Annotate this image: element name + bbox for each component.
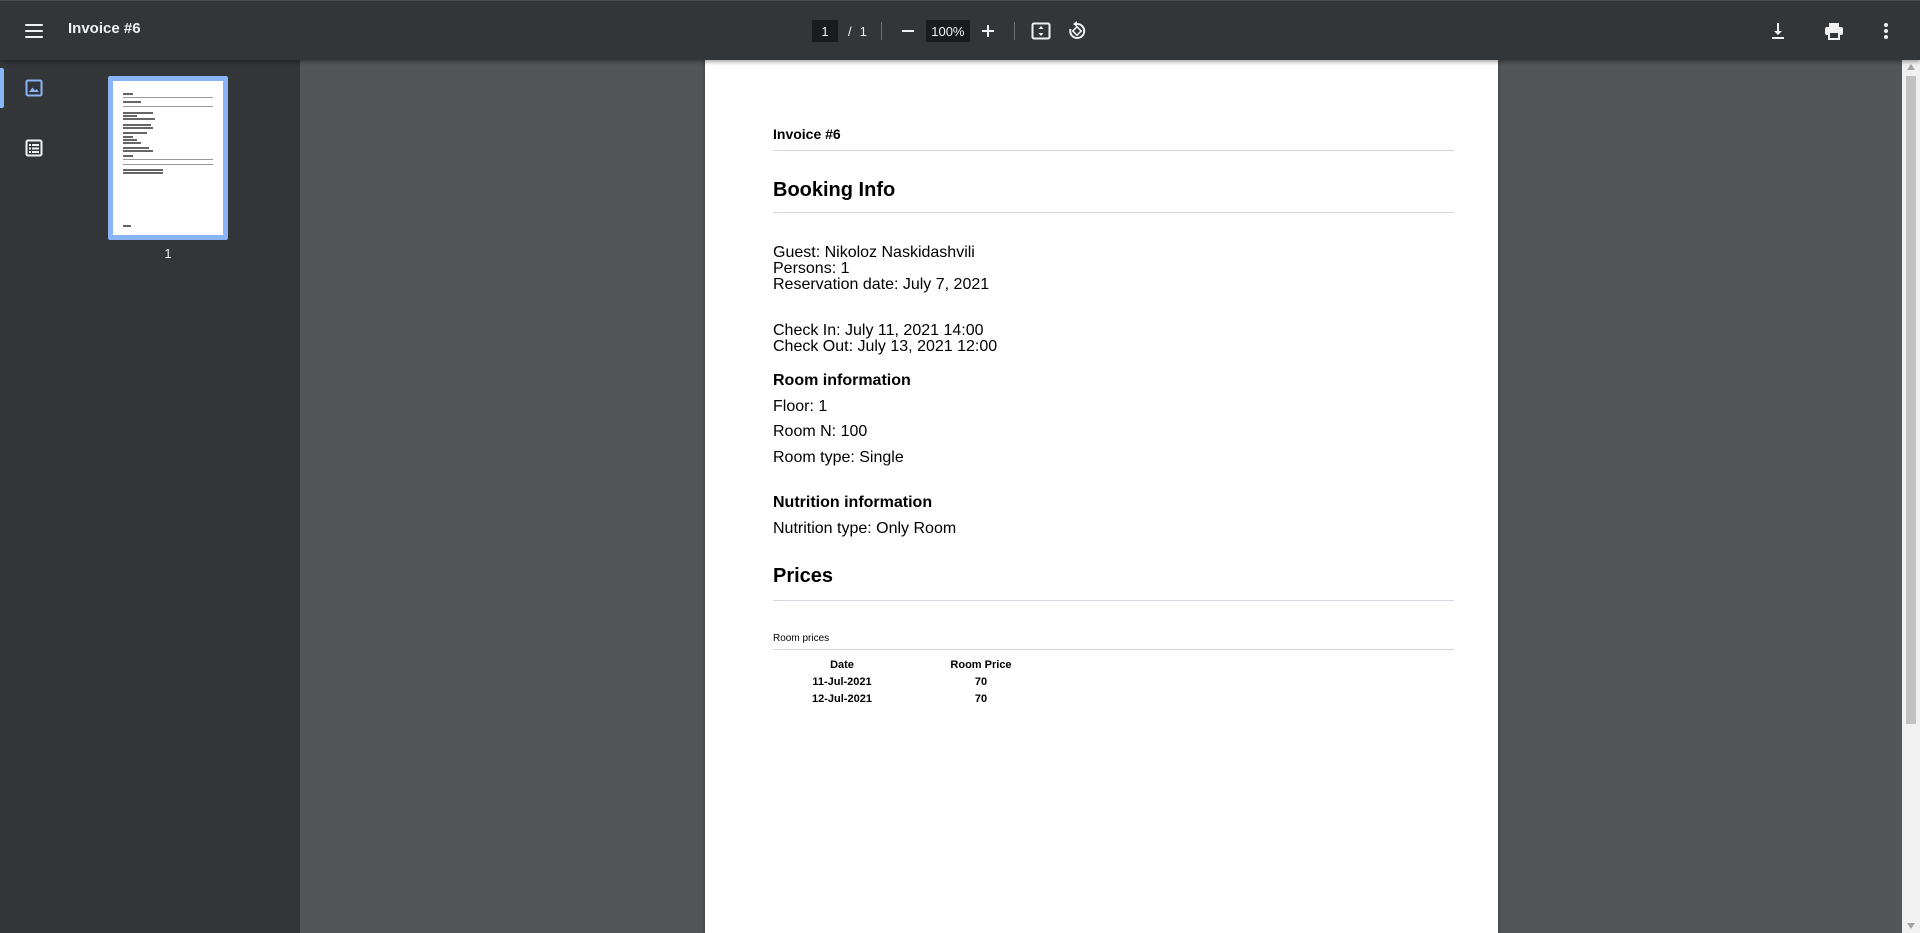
thumbnail-line <box>123 101 141 103</box>
divider <box>773 150 1454 151</box>
thumbnail-rule <box>123 97 213 98</box>
sidebar-view-switcher <box>0 60 68 933</box>
thumbnail-line <box>123 142 141 144</box>
thumbnail-line <box>123 112 153 114</box>
thumbnail-line <box>123 139 137 141</box>
divider <box>773 600 1454 601</box>
room-info-heading: Room information <box>773 372 911 389</box>
scrollbar-thumb[interactable] <box>1906 76 1916 724</box>
more-vert-icon[interactable] <box>1874 19 1898 43</box>
thumbnail-page-number: 1 <box>164 246 172 261</box>
persons-count: Persons: 1 <box>773 260 850 277</box>
fit-page-icon[interactable] <box>1029 19 1053 43</box>
thumbnail-line <box>123 115 137 117</box>
room-prices-label: Room prices <box>773 633 830 644</box>
thumbnail-line <box>123 93 133 95</box>
invoice-title: Invoice #6 <box>773 126 841 142</box>
thumbnails-view-icon[interactable] <box>0 68 46 108</box>
table-cell-price: 70 <box>974 692 988 705</box>
thumbnail-line <box>123 118 155 120</box>
thumbnail-rule <box>123 159 213 160</box>
room-type: Room type: Single <box>773 449 904 466</box>
table-cell-date: 11-Jul-2021 <box>812 675 872 688</box>
nutrition-type: Nutrition type: Only Room <box>773 520 957 537</box>
toolbar-divider <box>880 22 882 40</box>
document-viewer[interactable]: Invoice #6 Booking Info Guest: Nikoloz N… <box>300 60 1902 933</box>
thumbnail-line <box>123 132 147 134</box>
thumbnail-line <box>123 155 133 157</box>
print-icon[interactable] <box>1822 19 1846 43</box>
scroll-up-icon[interactable] <box>1902 60 1920 74</box>
page-thumbnail[interactable] <box>108 76 228 240</box>
thumbnail-rule <box>123 164 213 165</box>
menu-icon[interactable] <box>22 19 46 43</box>
reservation-date: Reservation date: July 7, 2021 <box>773 276 990 293</box>
document-title: Invoice #6 <box>68 20 141 37</box>
room-floor: Floor: 1 <box>773 398 828 415</box>
table-cell-price: 70 <box>974 675 988 688</box>
thumbnail-rule <box>123 106 213 107</box>
toolbar-divider <box>1013 22 1015 40</box>
zoom-input[interactable] <box>925 20 970 42</box>
thumbnail-line <box>123 169 163 171</box>
booking-info-heading: Booking Info <box>773 179 896 201</box>
thumbnail-line <box>123 136 133 138</box>
table-row: 11-Jul-2021 70 <box>773 673 1051 690</box>
thumbnail-line <box>123 150 153 152</box>
check-in: Check In: July 11, 2021 14:00 <box>773 322 984 339</box>
thumbnail-line <box>123 147 149 149</box>
toolbar-actions <box>1766 19 1898 43</box>
guest-name: Guest: Nikoloz Naskidashvili <box>773 244 975 261</box>
divider <box>773 649 1454 650</box>
download-icon[interactable] <box>1766 19 1790 43</box>
thumbnail-line <box>123 127 153 129</box>
thumbnail-line <box>123 172 163 174</box>
page-number-input[interactable] <box>812 20 838 42</box>
scroll-down-icon[interactable] <box>1902 919 1920 933</box>
prices-heading: Prices <box>773 565 834 587</box>
rotate-icon[interactable] <box>1065 19 1089 43</box>
check-out: Check Out: July 13, 2021 12:00 <box>773 338 998 355</box>
thumbnail-sidebar: 1 <box>0 60 300 933</box>
zoom-in-icon[interactable] <box>976 19 1000 43</box>
page-total: 1 <box>859 23 867 39</box>
page-separator: / <box>848 23 852 39</box>
room-number: Room N: 100 <box>773 423 868 440</box>
table-header-room-price: Room Price <box>950 658 1012 671</box>
divider <box>773 212 1454 213</box>
room-prices-table: Date Room Price 11-Jul-2021 70 12-Jul-20… <box>773 656 1051 707</box>
table-header-row: Date Room Price <box>773 656 1051 673</box>
page-zoom-controls: / 1 <box>812 19 1089 43</box>
vertical-scrollbar[interactable] <box>1902 60 1920 933</box>
thumbnail-line <box>123 124 151 126</box>
table-row: 12-Jul-2021 70 <box>773 690 1051 707</box>
zoom-out-icon[interactable] <box>896 19 920 43</box>
table-header-date: Date <box>830 658 854 671</box>
table-cell-date: 12-Jul-2021 <box>812 692 872 705</box>
pdf-page: Invoice #6 Booking Info Guest: Nikoloz N… <box>705 60 1498 933</box>
nutrition-info-heading: Nutrition information <box>773 494 933 511</box>
thumbnail-line <box>123 225 131 227</box>
outline-view-icon[interactable] <box>22 136 46 160</box>
pdf-toolbar: Invoice #6 / 1 <box>0 0 1920 60</box>
